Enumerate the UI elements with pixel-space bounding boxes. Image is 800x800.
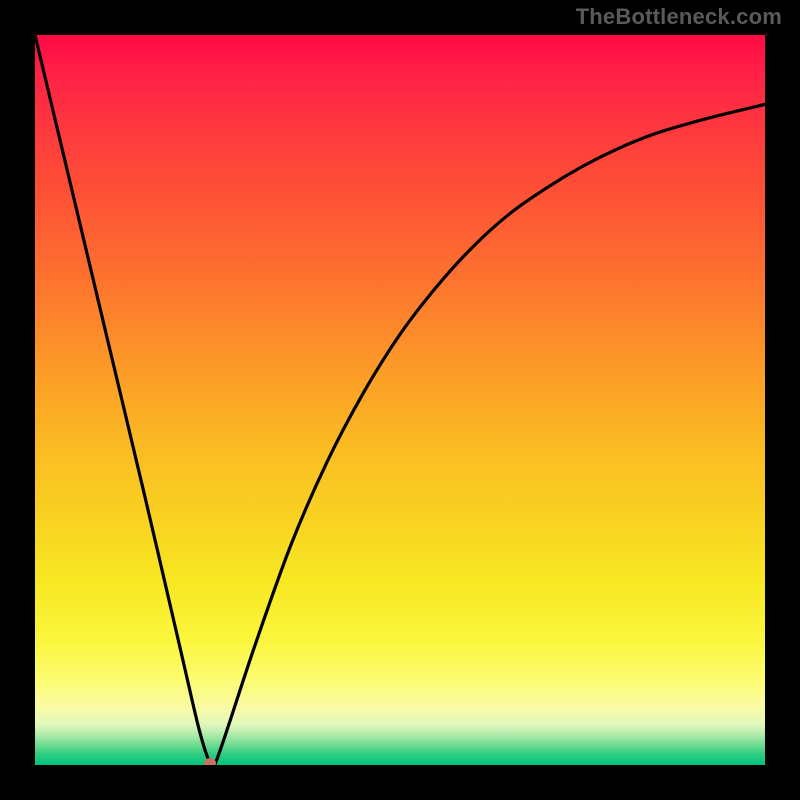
- plot-area: [35, 35, 765, 765]
- chart-stage: TheBottleneck.com: [0, 0, 800, 800]
- minimum-marker: [204, 758, 216, 765]
- bottleneck-curve: [35, 35, 765, 765]
- attribution-text: TheBottleneck.com: [576, 4, 782, 30]
